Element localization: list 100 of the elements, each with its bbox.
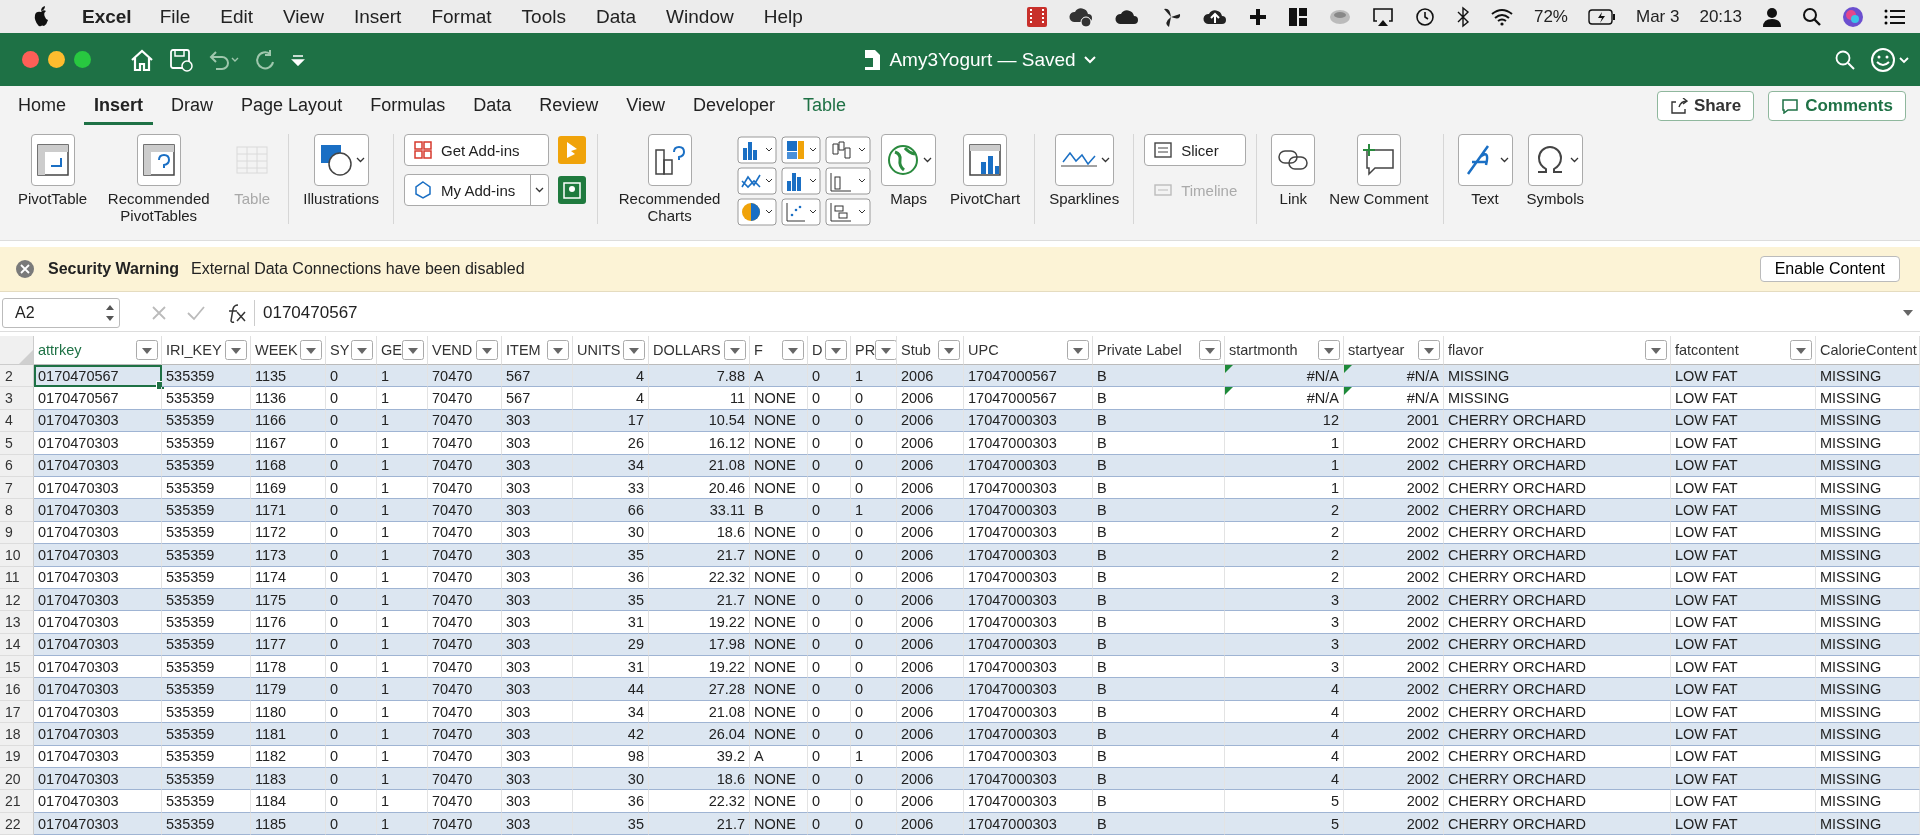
menu-item[interactable]: Tools bbox=[521, 5, 566, 28]
filter-dropdown-icon[interactable] bbox=[825, 340, 847, 360]
line-chart-icon[interactable] bbox=[737, 167, 778, 195]
ribbon-tab[interactable]: Formulas bbox=[360, 87, 456, 125]
plus-icon[interactable] bbox=[1247, 6, 1268, 27]
filter-dropdown-icon[interactable] bbox=[351, 340, 373, 360]
row-number[interactable]: 15 bbox=[0, 656, 34, 679]
row-number[interactable]: 4 bbox=[0, 409, 34, 433]
row-number[interactable]: 6 bbox=[0, 454, 34, 477]
zoom-button[interactable] bbox=[74, 51, 91, 68]
filter-dropdown-icon[interactable] bbox=[1790, 340, 1812, 360]
row-number[interactable]: 8 bbox=[0, 499, 34, 522]
row-number[interactable]: 9 bbox=[0, 521, 34, 545]
enable-content-button[interactable]: Enable Content bbox=[1759, 256, 1900, 282]
redo-icon[interactable] bbox=[255, 48, 277, 71]
column-chart-icon[interactable] bbox=[737, 136, 778, 164]
expand-icon[interactable] bbox=[1902, 309, 1914, 317]
filter-dropdown-icon[interactable] bbox=[782, 340, 804, 360]
name-box[interactable]: A2 bbox=[2, 298, 120, 328]
filter-dropdown-icon[interactable] bbox=[300, 340, 322, 360]
filter-dropdown-icon[interactable] bbox=[1067, 340, 1089, 360]
filter-dropdown-icon[interactable] bbox=[476, 340, 498, 360]
menu-bar-date[interactable]: Mar 3 bbox=[1636, 6, 1680, 27]
ribbon-button[interactable]: Slicer bbox=[1144, 134, 1247, 166]
smiley-icon[interactable] bbox=[1870, 46, 1910, 73]
row-number[interactable]: 14 bbox=[0, 633, 34, 657]
menu-item[interactable]: Data bbox=[595, 5, 637, 28]
filter-dropdown-icon[interactable] bbox=[402, 340, 424, 360]
chevron-icon[interactable] bbox=[1083, 55, 1096, 64]
filter-dropdown-icon[interactable] bbox=[1418, 340, 1440, 360]
row-number[interactable]: 17 bbox=[0, 700, 34, 724]
row-number[interactable]: 22 bbox=[0, 812, 34, 836]
menu-item[interactable]: Insert bbox=[353, 5, 402, 28]
ribbon-button[interactable]: PivotTable bbox=[14, 134, 92, 224]
apple-icon[interactable] bbox=[32, 6, 50, 27]
row-number[interactable]: 19 bbox=[0, 745, 34, 769]
scatter-chart-icon[interactable] bbox=[781, 198, 822, 226]
menu-item[interactable]: View bbox=[283, 5, 324, 28]
ribbon-button[interactable]: Illustrations bbox=[299, 134, 384, 207]
ribbon-button[interactable]: New Comment bbox=[1325, 134, 1433, 207]
customize-toolbar-icon[interactable] bbox=[291, 53, 305, 66]
row-number[interactable]: 10 bbox=[0, 544, 34, 567]
menu-item[interactable]: Edit bbox=[220, 5, 254, 28]
filter-dropdown-icon[interactable] bbox=[875, 340, 896, 360]
list-icon[interactable] bbox=[1884, 7, 1906, 26]
app-menu[interactable]: Excel bbox=[82, 5, 132, 28]
statistic-chart-icon[interactable] bbox=[781, 167, 822, 195]
row-number[interactable]: 11 bbox=[0, 566, 34, 589]
filter-dropdown-icon[interactable] bbox=[1199, 340, 1221, 360]
ribbon-tab[interactable]: Draw bbox=[161, 87, 224, 125]
pie-chart-icon[interactable] bbox=[737, 198, 778, 226]
row-number[interactable]: 2 bbox=[0, 365, 34, 388]
siri-icon[interactable] bbox=[1842, 5, 1864, 28]
add-ins-button[interactable]: My Add-ins bbox=[404, 174, 550, 206]
filter-dropdown-icon[interactable] bbox=[1318, 340, 1340, 360]
row-number[interactable]: 16 bbox=[0, 678, 34, 701]
ribbon-button[interactable]: PivotChart bbox=[946, 134, 1025, 226]
check-icon[interactable] bbox=[186, 304, 206, 322]
search-icon[interactable] bbox=[1802, 6, 1822, 27]
home-icon[interactable] bbox=[129, 47, 155, 72]
store-icon[interactable] bbox=[557, 175, 588, 205]
menu-bar-time[interactable]: 20:13 bbox=[1699, 6, 1742, 27]
menu-item[interactable]: File bbox=[159, 5, 191, 28]
waterfall-chart-icon[interactable] bbox=[825, 136, 872, 164]
hierarchy-chart-icon[interactable] bbox=[781, 136, 822, 164]
formula-field[interactable]: 0170470567 bbox=[263, 303, 1884, 323]
combo-chart-icon[interactable] bbox=[825, 167, 872, 195]
cloud-sync-icon[interactable] bbox=[1067, 5, 1094, 28]
ribbon-tab[interactable]: Table bbox=[793, 87, 856, 125]
filter-dropdown-icon[interactable] bbox=[136, 340, 158, 360]
battery-icon[interactable] bbox=[1588, 8, 1616, 25]
row-number[interactable]: 20 bbox=[0, 768, 34, 791]
row-number[interactable]: 21 bbox=[0, 790, 34, 813]
bluetooth-icon[interactable] bbox=[1455, 5, 1470, 28]
minimize-button[interactable] bbox=[48, 51, 65, 68]
row-number[interactable]: 7 bbox=[0, 476, 34, 500]
ribbon-button[interactable]: Recommended Charts bbox=[608, 134, 732, 226]
filter-dropdown-icon[interactable] bbox=[938, 340, 960, 360]
ribbon-tab[interactable]: Home bbox=[8, 87, 76, 125]
ribbon-tab[interactable]: Page Layout bbox=[231, 87, 353, 125]
film-icon[interactable] bbox=[1025, 5, 1048, 28]
menu-item[interactable]: Format bbox=[431, 5, 492, 28]
ribbon-tab[interactable]: Data bbox=[463, 87, 522, 125]
row-number[interactable]: 13 bbox=[0, 611, 34, 634]
ribbon-tab[interactable]: View bbox=[616, 87, 675, 125]
ribbon-button[interactable]: Maps bbox=[877, 134, 941, 226]
filter-dropdown-icon[interactable] bbox=[547, 340, 569, 360]
row-number[interactable]: 18 bbox=[0, 723, 34, 746]
filter-dropdown-icon[interactable] bbox=[225, 340, 247, 360]
filter-dropdown-icon[interactable] bbox=[1645, 340, 1667, 360]
comments-button[interactable]: Comments bbox=[1768, 91, 1906, 121]
ribbon-tab[interactable]: Developer bbox=[682, 87, 785, 125]
error-indicator-icon[interactable] bbox=[1225, 387, 1233, 396]
ribbon-button[interactable]: Recommended PivotTables bbox=[97, 134, 221, 224]
error-indicator-icon[interactable] bbox=[1344, 387, 1352, 396]
row-number[interactable]: 12 bbox=[0, 588, 34, 612]
share-button[interactable]: Share bbox=[1656, 91, 1755, 121]
filter-dropdown-icon[interactable] bbox=[623, 340, 645, 360]
filter-dropdown-icon[interactable] bbox=[724, 340, 746, 360]
ribbon-tab[interactable]: Review bbox=[529, 87, 609, 125]
